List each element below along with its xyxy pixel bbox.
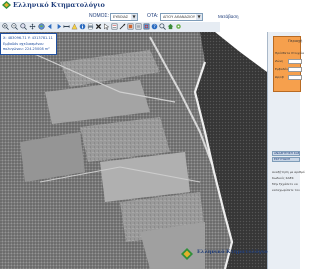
ota-select[interactable]: ΑΓΙΟΥ ΑΘΑΝΑΣΙΟΥ ▼	[160, 13, 203, 21]
logo-title: Ελληνικό Κτηματολόγιο	[13, 1, 105, 9]
side-panel: Περιοχή Πρόσθετα Στοιχεία Ζώνη Εμβαδόν γ…	[267, 32, 305, 269]
layers-icon[interactable]	[127, 23, 134, 30]
locate-icon[interactable]	[119, 23, 126, 30]
search-icon[interactable]	[159, 23, 166, 30]
home-icon[interactable]	[167, 23, 174, 30]
zone-input[interactable]	[288, 59, 302, 64]
panel-note: Αναζήτηση με αριθμό	[272, 170, 305, 174]
coordinate-xy: X: 483096.71 Y: 4313781.11	[3, 36, 53, 40]
chevron-down-icon[interactable]: ▼	[196, 14, 202, 20]
app-header: Ελληνικό Κτηματολόγιο	[0, 0, 300, 11]
chevron-down-icon[interactable]: ▼	[131, 14, 137, 20]
search-form-box: Περιοχή Πρόσθετα Στοιχεία Ζώνη Εμβαδόν γ…	[273, 36, 304, 92]
coordinate-area: Εμβαδόν σχεδιασμένου πολυγώνου: 224.2500…	[3, 42, 50, 51]
search-kaek-button[interactable]: ΑΝΑΖΗΤΗΣΗ ΚΑΕΚ	[272, 151, 300, 156]
print-button[interactable]: ΕΚΤΥΠΩΣΗ	[272, 157, 300, 162]
help-icon[interactable]: ?	[151, 23, 158, 30]
time-input[interactable]	[288, 75, 302, 80]
overview-icon[interactable]	[143, 23, 150, 30]
prev-view-icon[interactable]	[47, 23, 54, 30]
legend-icon[interactable]	[135, 23, 142, 30]
panel-note: Κωδικός ΚΑΕΚ	[272, 176, 294, 180]
area-input[interactable]	[288, 67, 302, 72]
nomos-select[interactable]: ΕΥΒΟΙΑΣ ▼	[110, 13, 138, 21]
coordinate-readout: X: 483096.71 Y: 4313781.11 Εμβαδόν σχεδι…	[0, 33, 57, 55]
settings-icon[interactable]	[175, 23, 182, 30]
clear-icon[interactable]	[95, 23, 102, 30]
ota-label: ΟΤΑ:	[147, 13, 159, 19]
panel-row-label: Ζώνη	[275, 59, 284, 63]
map-imagery[interactable]	[0, 32, 267, 269]
select-icon[interactable]	[103, 23, 110, 30]
footer-logo-text: Ελληνικό Κτηματολόγιο	[197, 249, 268, 255]
panel-row-label: Πρόσθετα Στοιχεία	[275, 51, 304, 55]
filter-bar: ΝΟΜΟΣ: ΕΥΒΟΙΑΣ ▼ ΟΤΑ: ΑΓΙΟΥ ΑΘΑΝΑΣΙΟΥ ▼ …	[0, 12, 300, 22]
ota-select-value: ΑΓΙΟΥ ΑΘΑΝΑΣΙΟΥ	[163, 15, 196, 19]
next-view-icon[interactable]	[55, 23, 62, 30]
panel-title: Περιοχή	[288, 39, 303, 43]
measure-icon[interactable]	[63, 23, 70, 30]
query-icon[interactable]	[111, 23, 118, 30]
logo-icon	[2, 1, 11, 9]
go-link[interactable]: Μετάβαση	[218, 13, 239, 20]
panel-note: Μην ξεχάσετε να	[272, 182, 298, 186]
pan-icon[interactable]	[29, 23, 36, 30]
nomos-select-value: ΕΥΒΟΙΑΣ	[113, 15, 129, 19]
zoom-in-icon[interactable]	[2, 23, 9, 30]
identify-icon[interactable]	[71, 23, 78, 30]
aerial-map[interactable]	[0, 32, 267, 269]
zoom-out-icon[interactable]	[11, 23, 18, 30]
info-icon[interactable]	[79, 23, 86, 30]
panel-note: καταχωρίσετε τον	[272, 188, 300, 192]
print-icon[interactable]	[87, 23, 94, 30]
zoom-extent-icon[interactable]	[20, 23, 27, 30]
panel-row-label: Ωρ/εβ	[275, 75, 284, 79]
nomos-label: ΝΟΜΟΣ:	[89, 13, 110, 19]
full-extent-icon[interactable]	[38, 23, 45, 30]
